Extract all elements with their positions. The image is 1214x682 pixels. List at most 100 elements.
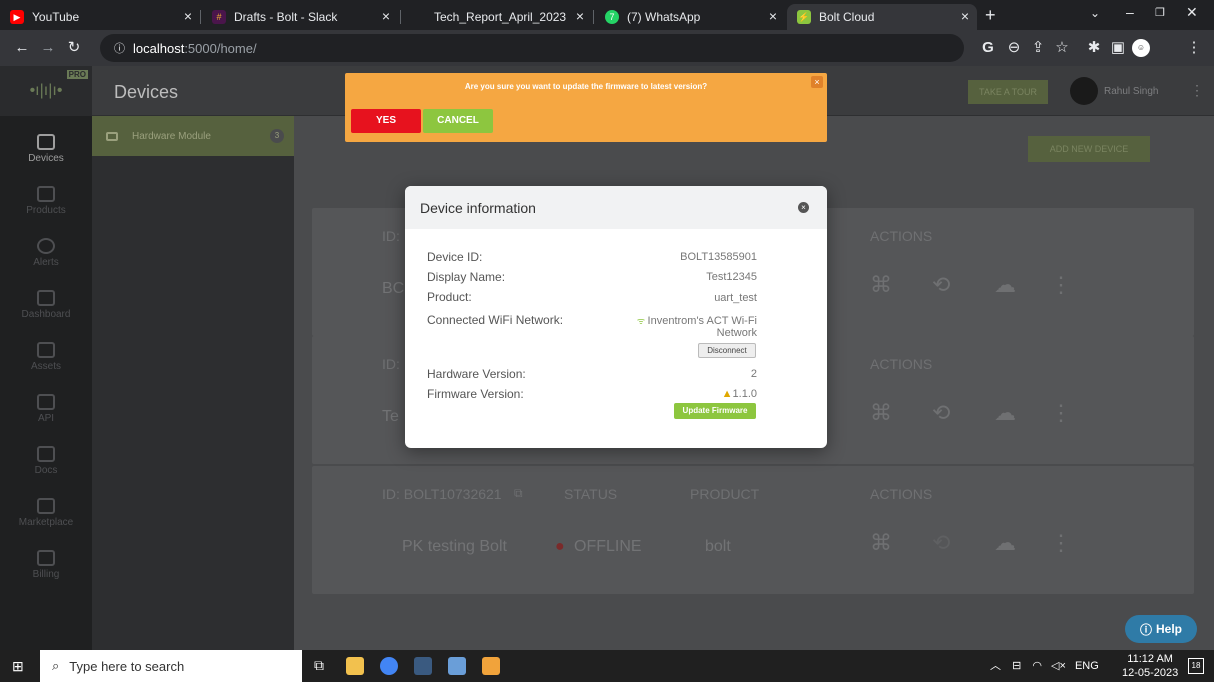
more-vert-icon[interactable]: ⋮ <box>1050 530 1072 556</box>
new-tab-icon[interactable]: + <box>985 5 996 26</box>
warning-icon: ▲ <box>721 388 733 400</box>
network-icon[interactable]: ⊟ <box>1012 660 1021 672</box>
device-group-item[interactable]: Hardware Module 3 <box>92 116 294 156</box>
sidebar-item-label: API <box>37 413 55 424</box>
restore-icon[interactable]: ❐ <box>1155 6 1165 19</box>
wifi-line1: Inventrom's ACT Wi-Fi <box>647 315 757 327</box>
sidebar-item-dashboard[interactable]: Dashboard <box>0 282 92 332</box>
modal-close-icon[interactable]: × <box>798 202 809 213</box>
alert-close-icon[interactable]: × <box>811 76 823 88</box>
upload-cloud-icon[interactable]: ☁ <box>994 400 1016 426</box>
zoom-icon[interactable]: ⊖ <box>1004 38 1024 58</box>
tab-tech-report[interactable]: Tech_Report_April_2023 × <box>402 4 592 30</box>
system-tray[interactable]: ︿ ⊟ ◠ ◁× ENG <box>990 657 1099 673</box>
notification-icon[interactable]: 18 <box>1188 658 1204 674</box>
card-actions-header: ACTIONS <box>870 228 933 244</box>
disconnect-button[interactable]: Disconnect <box>698 343 756 358</box>
taskbar-search[interactable]: ⌕ Type here to search <box>40 650 302 682</box>
apple-icon <box>412 10 426 24</box>
sidebar-item-label: Alerts <box>33 257 59 268</box>
forward-icon[interactable]: → <box>38 38 58 58</box>
chrome-menu-icon[interactable]: ⋮ <box>1184 38 1204 58</box>
copy-icon[interactable]: ⧉ <box>514 486 523 501</box>
update-firmware-button[interactable]: Update Firmware <box>674 403 756 419</box>
tab-label: Drafts - Bolt - Slack <box>234 10 338 24</box>
window-close-icon[interactable]: ✕ <box>1186 4 1198 21</box>
file-explorer-icon[interactable] <box>346 657 364 675</box>
chart-icon[interactable]: ⌘ <box>870 400 892 426</box>
sidebar-item-docs[interactable]: Docs <box>0 438 92 488</box>
language-indicator[interactable]: ENG <box>1075 660 1099 672</box>
address-bar[interactable]: ⓘ localhost:5000/home/ <box>100 34 964 62</box>
card-id: ID: BOLT10732621 <box>382 486 502 502</box>
youtube-icon: ▶ <box>10 10 24 24</box>
google-icon[interactable]: G <box>978 38 998 58</box>
chart-icon[interactable]: ⌘ <box>870 272 892 298</box>
sidebar-item-assets[interactable]: Assets <box>0 334 92 384</box>
sidebar-item-billing[interactable]: Billing <box>0 542 92 592</box>
tab-whatsapp[interactable]: 7 (7) WhatsApp × <box>595 4 785 30</box>
sidebar-item-api[interactable]: API <box>0 386 92 436</box>
tab-slack[interactable]: # Drafts - Bolt - Slack × <box>202 4 398 30</box>
take-tour-button[interactable]: TAKE A TOUR <box>968 80 1048 104</box>
product-label: Product: <box>427 290 472 304</box>
terminal-icon[interactable] <box>414 657 432 675</box>
add-new-device-button[interactable]: ADD NEW DEVICE <box>1028 136 1150 162</box>
volume-icon[interactable]: ◁× <box>1051 660 1066 672</box>
bookmark-star-icon[interactable]: ☆ <box>1052 38 1072 58</box>
tab-youtube[interactable]: ▶ YouTube × <box>0 4 200 30</box>
user-name[interactable]: Rahul Singh <box>1104 86 1158 97</box>
sidebar-item-devices[interactable]: Devices <box>0 126 92 176</box>
sublime-text-icon[interactable] <box>482 657 500 675</box>
billing-icon <box>37 550 55 566</box>
taskbar-clock[interactable]: 11:12 AM 12-05-2023 <box>1122 652 1178 680</box>
close-icon[interactable]: × <box>769 8 777 24</box>
help-button[interactable]: ⓘ Help <box>1125 615 1197 643</box>
close-icon[interactable]: × <box>382 8 390 24</box>
sync-icon[interactable]: ⟲ <box>932 272 950 298</box>
yes-button[interactable]: YES <box>351 109 421 133</box>
bolt-logo[interactable]: •ı|ı|ı• PRO <box>0 66 92 116</box>
minimize-icon[interactable]: – <box>1126 4 1134 20</box>
windows-start-icon[interactable]: ⊞ <box>12 658 24 675</box>
sidebar-item-label: Devices <box>28 153 64 164</box>
firmware-version: 1.1.0 <box>732 388 757 400</box>
chip-icon <box>37 134 55 150</box>
reload-icon[interactable]: ↻ <box>64 38 84 58</box>
side-panel-icon[interactable]: ▣ <box>1108 38 1128 58</box>
network-tool-icon[interactable] <box>448 657 466 675</box>
chrome-icon[interactable] <box>380 657 398 675</box>
tray-chevron-icon[interactable]: ︿ <box>990 660 1001 672</box>
close-icon[interactable]: × <box>576 8 584 24</box>
sidebar-item-marketplace[interactable]: Marketplace <box>0 490 92 540</box>
chart-icon[interactable]: ⌘ <box>870 530 892 556</box>
share-icon[interactable]: ⇪ <box>1028 38 1048 58</box>
close-icon[interactable]: × <box>184 8 192 24</box>
more-vert-icon[interactable]: ⋮ <box>1190 82 1204 99</box>
alerts-icon <box>37 238 55 254</box>
task-view-icon[interactable]: ⧉ <box>314 657 324 674</box>
extensions-icon[interactable]: ✱ <box>1084 38 1104 58</box>
user-avatar[interactable] <box>1070 77 1098 105</box>
profile-avatar-icon[interactable]: ☺ <box>1132 39 1150 57</box>
sidebar-item-label: Assets <box>30 361 61 372</box>
tab-label: (7) WhatsApp <box>627 10 701 24</box>
close-icon[interactable]: × <box>961 8 969 24</box>
sync-icon[interactable]: ⟲ <box>932 530 950 556</box>
more-vert-icon[interactable]: ⋮ <box>1050 400 1072 426</box>
site-info-icon[interactable]: ⓘ <box>114 40 125 56</box>
device-id-value: BOLT13585901 <box>680 251 757 263</box>
tab-bolt-cloud[interactable]: ⚡ Bolt Cloud × <box>787 4 977 30</box>
wifi-tray-icon[interactable]: ◠ <box>1032 660 1042 672</box>
more-vert-icon[interactable]: ⋮ <box>1050 272 1072 298</box>
sync-icon[interactable]: ⟲ <box>932 400 950 426</box>
sidebar-item-alerts[interactable]: Alerts <box>0 230 92 280</box>
hardware-version-value: 2 <box>750 368 757 380</box>
sidebar-item-products[interactable]: Products <box>0 178 92 228</box>
upload-cloud-icon[interactable]: ☁ <box>994 530 1016 556</box>
upload-cloud-icon[interactable]: ☁ <box>994 272 1016 298</box>
tab-search-chevron-icon[interactable]: ⌄ <box>1090 6 1100 20</box>
cancel-button[interactable]: CANCEL <box>423 109 493 133</box>
tab-label: Bolt Cloud <box>819 10 875 24</box>
back-icon[interactable]: ← <box>12 38 32 58</box>
